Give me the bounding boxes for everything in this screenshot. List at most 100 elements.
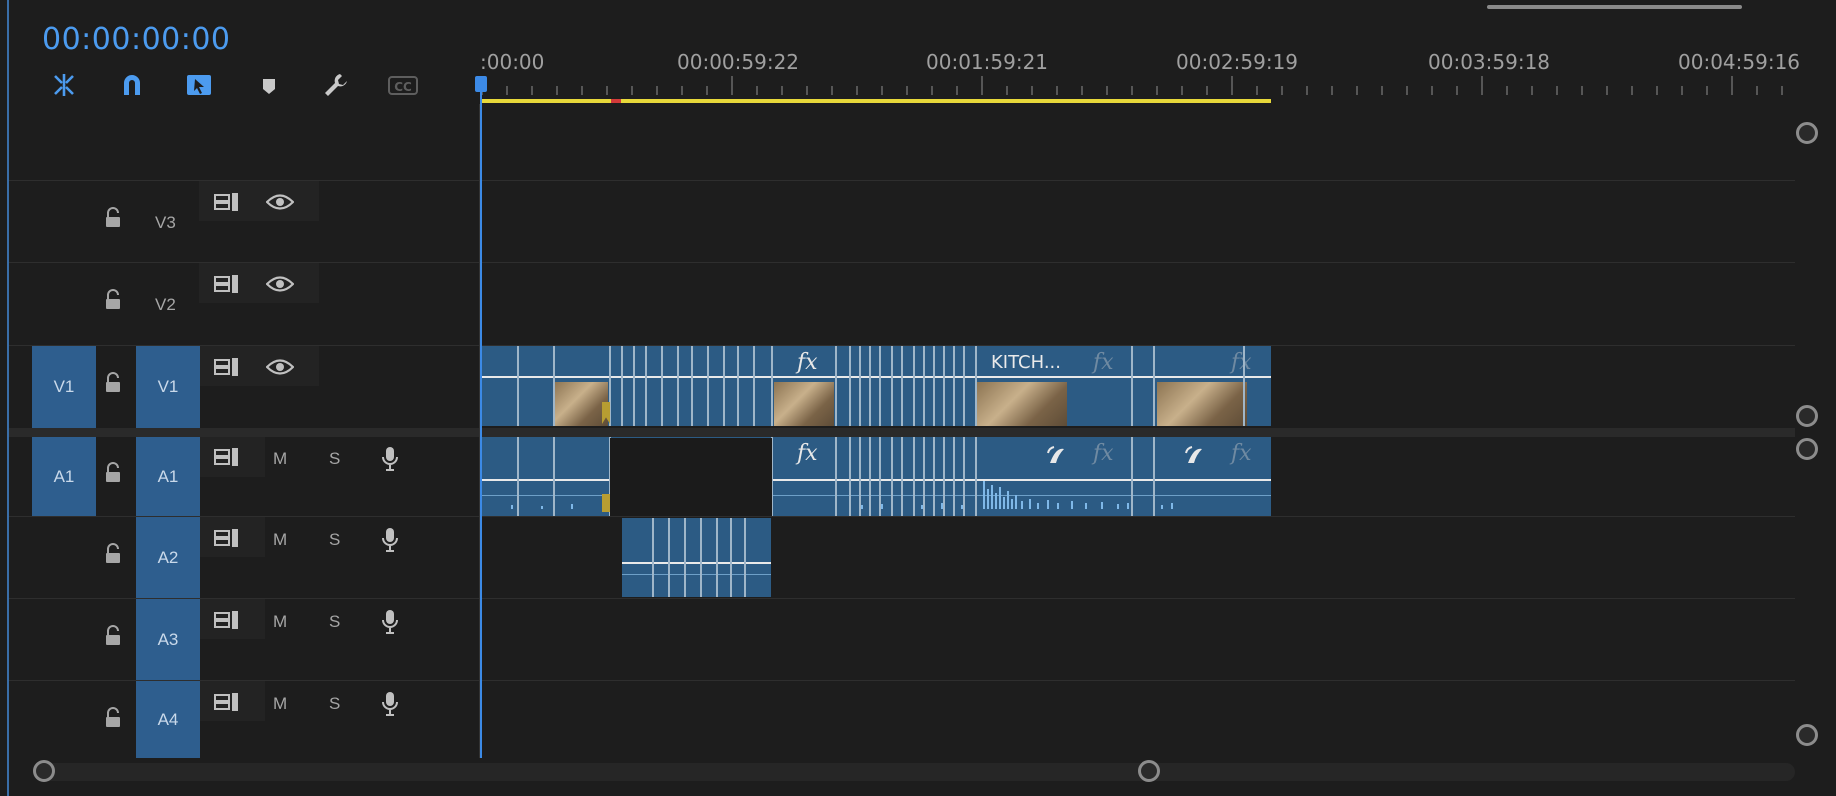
edit-point[interactable] [891,437,893,516]
edit-point[interactable] [553,346,555,426]
microphone-icon[interactable] [381,446,399,472]
lock-icon[interactable] [104,625,122,647]
edit-point[interactable] [553,437,555,516]
edit-point[interactable] [723,346,725,426]
zoom-handle-left[interactable] [33,760,55,782]
edit-point[interactable] [901,346,903,426]
track-target-a2[interactable]: A2 [136,517,200,598]
edit-point[interactable] [661,346,663,426]
lock-icon[interactable] [104,207,122,229]
edit-point[interactable] [849,346,851,426]
edit-point[interactable] [677,346,679,426]
edit-point[interactable] [901,437,903,516]
track-target-a4[interactable]: A4 [136,681,200,758]
edit-point[interactable] [953,346,955,426]
track-target-a1[interactable]: A1 [136,437,200,516]
vertical-scroll-handle-video-top[interactable] [1796,122,1818,144]
mute-button[interactable]: M [273,530,287,550]
edit-point[interactable] [913,346,915,426]
fx-badge[interactable]: fx [1093,350,1114,375]
edit-point[interactable] [869,437,871,516]
closed-captions-icon[interactable]: CC [386,68,420,102]
edit-point[interactable] [913,437,915,516]
edit-point[interactable] [684,518,686,597]
lock-icon[interactable] [104,707,122,729]
microphone-icon[interactable] [381,527,399,553]
vertical-scroll-handle-audio-top[interactable] [1796,438,1818,460]
edit-point[interactable] [849,437,851,516]
video-clip-sequence-v1[interactable]: fx KITCH... fx fx [481,346,1271,426]
microphone-icon[interactable] [381,691,399,717]
vertical-scroll-handle-video-bottom[interactable] [1796,405,1818,427]
edit-point[interactable] [859,437,861,516]
edit-point[interactable] [691,346,693,426]
edit-point[interactable] [975,346,977,426]
edit-point[interactable] [1153,346,1155,426]
eye-icon[interactable] [266,193,294,211]
edit-point[interactable] [869,346,871,426]
sync-lock-icon[interactable] [214,358,240,376]
panel-resize-bar[interactable] [1487,5,1742,9]
sync-lock-icon[interactable] [214,611,240,629]
zoom-handle-right[interactable] [1138,760,1160,782]
time-ruler[interactable]: :00:00 00:00:59:22 00:01:59:21 00:02:59:… [480,40,1800,106]
edit-point[interactable] [621,346,623,426]
lock-icon[interactable] [104,543,122,565]
edit-point[interactable] [771,346,773,426]
audio-clip-a2[interactable] [622,518,771,597]
source-patch-v1[interactable]: V1 [32,346,96,428]
mute-button[interactable]: M [273,694,287,714]
edit-point[interactable] [753,346,755,426]
playhead-handle[interactable] [475,76,487,92]
edit-point[interactable] [923,437,925,516]
edit-point[interactable] [1131,346,1133,426]
eye-icon[interactable] [266,358,294,376]
solo-button[interactable]: S [329,530,340,550]
edit-point[interactable] [943,437,945,516]
edit-point[interactable] [517,346,519,426]
sync-lock-icon[interactable] [214,529,240,547]
edit-point[interactable] [1131,437,1133,516]
track-target-a3[interactable]: A3 [136,599,200,680]
edit-point[interactable] [933,437,935,516]
edit-point[interactable] [835,346,837,426]
edit-point[interactable] [1243,346,1245,426]
video-audio-divider[interactable] [9,428,1795,437]
edit-point[interactable] [943,346,945,426]
source-patch-a1[interactable]: A1 [32,437,96,516]
snap-magnet-icon[interactable] [115,68,149,102]
sync-lock-icon[interactable] [214,693,240,711]
mute-button[interactable]: M [273,449,287,469]
edit-point[interactable] [963,437,965,516]
edit-point[interactable] [744,518,746,597]
insert-overwrite-icon[interactable] [47,68,81,102]
edit-point[interactable] [645,346,647,426]
vertical-scroll-handle-audio-bottom[interactable] [1796,724,1818,746]
edit-point[interactable] [716,518,718,597]
playhead-timecode[interactable]: 00:00:00:00 [42,22,231,57]
edit-point[interactable] [737,346,739,426]
edit-point[interactable] [700,518,702,597]
lock-icon[interactable] [104,289,122,311]
edit-point[interactable] [668,518,670,597]
edit-point[interactable] [891,346,893,426]
eye-icon[interactable] [266,275,294,293]
solo-button[interactable]: S [329,694,340,714]
edit-point[interactable] [835,437,837,516]
edit-point[interactable] [859,346,861,426]
edit-point[interactable] [517,437,519,516]
fx-badge[interactable]: fx [1231,350,1252,375]
settings-wrench-icon[interactable] [319,68,353,102]
edit-point[interactable] [633,346,635,426]
mute-button[interactable]: M [273,612,287,632]
edit-point[interactable] [923,346,925,426]
lock-icon[interactable] [104,372,122,394]
work-area-bar[interactable] [481,99,1271,103]
timeline-gap[interactable] [610,438,772,516]
playhead-line[interactable] [480,78,482,758]
edit-point[interactable] [933,346,935,426]
edit-point[interactable] [963,346,965,426]
edit-point[interactable] [707,346,709,426]
add-marker-icon[interactable] [252,68,286,102]
edit-point[interactable] [730,518,732,597]
